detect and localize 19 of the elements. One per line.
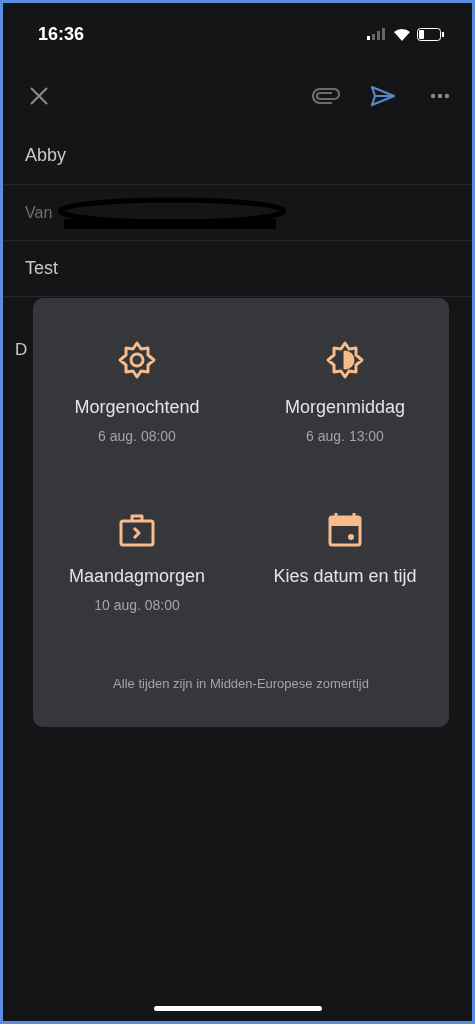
subject-field[interactable]: Test: [25, 255, 58, 282]
paperclip-icon[interactable]: [312, 88, 340, 104]
timezone-note: Alle tijden zijn in Midden-Europese zomertijd: [113, 675, 369, 693]
from-label: Van: [25, 202, 53, 223]
half-sun-icon: [325, 340, 365, 380]
schedule-option[interactable]: Morgenochtend 6 aug. 08:00: [33, 340, 241, 447]
sun-icon: [117, 340, 157, 380]
wifi-icon: [393, 27, 411, 41]
close-button[interactable]: [28, 85, 50, 107]
schedule-option[interactable]: Maandagmorgen 10 aug. 08:00: [33, 509, 241, 616]
schedule-option[interactable]: Kies datum en tijd: [241, 509, 449, 616]
send-button[interactable]: [370, 85, 396, 107]
body-text[interactable]: D: [15, 340, 28, 359]
signal-icon: [367, 28, 387, 40]
recipient-field[interactable]: Abby: [25, 142, 67, 169]
battery-icon: [417, 27, 444, 41]
more-options-button[interactable]: [430, 93, 450, 99]
schedule-option[interactable]: Morgenmiddag 6 aug. 13:00: [241, 340, 449, 447]
status-time: 16:36: [38, 22, 85, 46]
